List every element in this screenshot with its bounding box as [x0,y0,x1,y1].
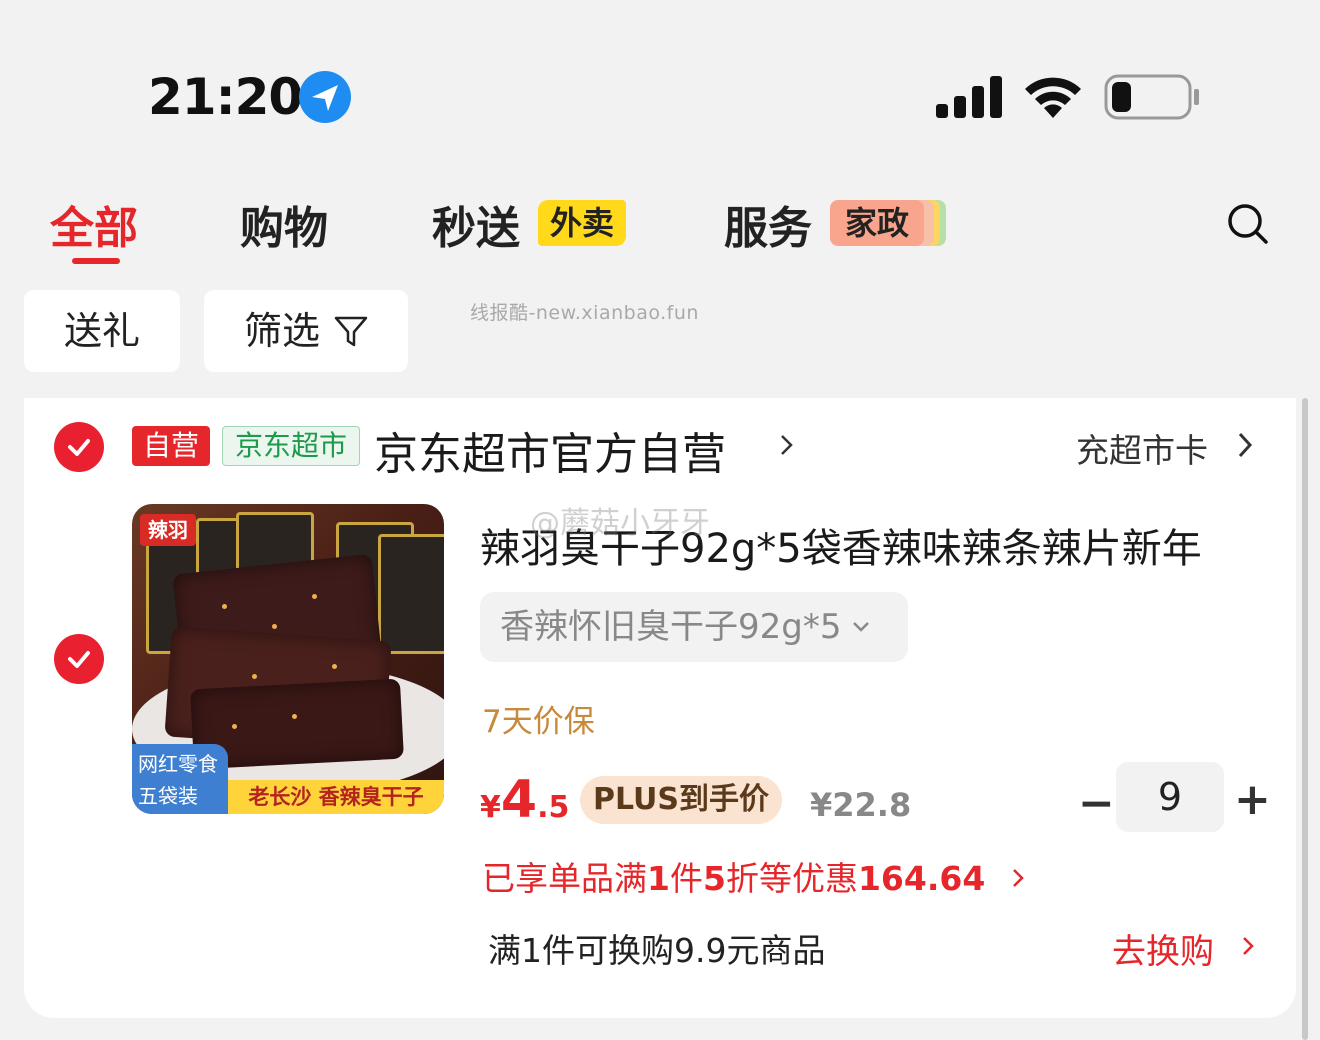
jd-supermarket-badge: 京东超市 [222,426,360,466]
exchange-offer-text: 满1件可换购9.9元商品 [488,931,826,970]
price-decimal: .5 [537,790,570,825]
tab-active-indicator [72,258,120,264]
price-guarantee: 7天价保 [482,704,595,740]
quantity-decrease-button[interactable]: − [1078,778,1115,829]
discount-info-link[interactable]: 已享单品满1件5折等优惠164.64 [482,852,1026,900]
status-time: 21:20 [148,68,303,126]
price-integer: 4 [500,770,538,830]
discount-count: 1 [647,859,670,898]
tag-takeout: 外卖 [538,200,626,246]
discount-unit: 件 [669,859,703,898]
package-graphic [378,534,444,654]
image-banner: 老长沙 香辣臭干子 [228,780,444,814]
user-watermark: @蘑菇小牙牙 [530,506,710,541]
filter-button[interactable]: 筛选 [204,290,408,372]
discount-prefix: 已享单品满 [482,859,647,898]
wifi-icon [1025,77,1081,118]
gift-filter-chip[interactable]: 送礼 [24,290,180,372]
product-image[interactable]: 辣羽 网红零食 五袋装 老长沙 香辣臭干子 [132,504,444,814]
battery-icon [1104,74,1199,120]
quantity-increase-button[interactable]: + [1234,774,1271,825]
tab-instant-delivery[interactable]: 秒送 [432,192,520,256]
image-badge-blue: 网红零食 五袋装 [132,744,228,814]
filter-label: 筛选 [243,309,320,353]
chevron-right-icon [1243,937,1254,955]
signal-icon [936,76,1002,118]
self-operated-badge: 自营 [132,426,210,466]
funnel-icon [334,316,368,347]
location-arrow-icon [299,71,351,123]
discount-text: 折等优惠 [725,859,858,898]
price-currency: ¥ [480,790,501,825]
chevron-right-icon [1238,432,1253,458]
store-name-link[interactable]: 京东超市官方自营 [374,418,726,482]
brand-logo: 辣羽 [140,514,196,546]
chevron-right-icon [1012,869,1024,887]
search-icon[interactable] [1226,202,1270,246]
store-select-checkbox[interactable] [54,422,104,472]
variant-selector[interactable]: 香辣怀旧臭干子92g*5 [480,592,908,662]
chevron-right-icon [781,435,793,455]
discount-amount: 164.64 [857,859,986,898]
original-price: ¥22.8 [810,786,912,824]
quantity-input[interactable]: 9 [1116,762,1224,832]
chevron-down-icon [853,622,870,632]
scrollbar[interactable] [1302,398,1308,1040]
watermark-text: 线报酷-new.xianbao.fun [470,302,699,324]
tab-shopping[interactable]: 购物 [240,192,328,256]
image-badge-line1: 网红零食 [138,752,218,776]
recharge-card-link[interactable]: 充超市卡 [1076,424,1208,472]
variant-label: 香辣怀旧臭干子92g*5 [500,607,842,647]
price: ¥ 4 .5 [480,770,569,830]
tab-services[interactable]: 服务 [724,192,812,256]
discount-rate: 5 [702,859,726,898]
go-exchange-link[interactable]: 去换购 [1112,924,1214,973]
product-select-checkbox[interactable] [54,634,104,684]
plus-price-tag: PLUS到手价 [580,776,782,824]
image-badge-line2: 五袋装 [138,784,198,808]
tag-housekeeping-wrap: 家政 [830,198,948,248]
tag-housekeeping: 家政 [830,200,924,246]
tab-all[interactable]: 全部 [50,192,138,256]
gift-filter-label: 送礼 [63,309,140,353]
checkmark-icon [68,651,90,668]
checkmark-icon [68,439,90,456]
